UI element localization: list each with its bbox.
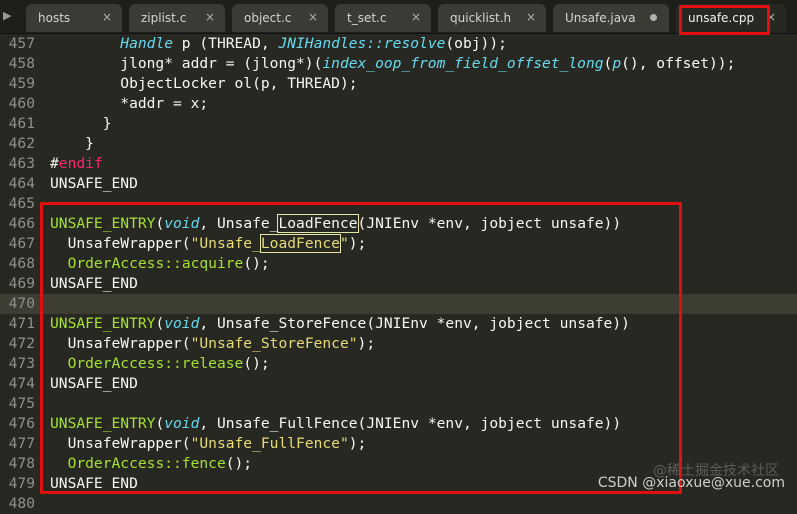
line-number: 461 (8, 115, 35, 132)
close-icon[interactable]: × (308, 10, 318, 24)
close-icon[interactable]: × (205, 10, 215, 24)
tab-label: t_set.c (347, 11, 387, 25)
code-text: } (50, 134, 94, 154)
code-line[interactable]: 459 ObjectLocker ol(p, THREAD); (0, 74, 797, 94)
code-token: } (50, 135, 94, 152)
line-number: 467 (8, 235, 35, 252)
code-text: #endif (50, 154, 103, 174)
line-number: 465 (8, 195, 35, 212)
code-text: } (50, 114, 112, 134)
tab-hosts[interactable]: hosts × (26, 4, 122, 32)
code-highlight-box (40, 202, 682, 494)
line-number: 475 (8, 395, 35, 412)
line-number: 479 (8, 475, 35, 492)
line-number: 462 (8, 135, 35, 152)
code-token: p (612, 55, 622, 72)
code-line[interactable]: 458 jlong* addr = (jlong*)(index_oop_fro… (0, 54, 797, 74)
close-icon[interactable]: × (411, 10, 421, 24)
line-number: 477 (8, 435, 35, 452)
close-icon[interactable]: × (102, 10, 112, 24)
line-number: 476 (8, 415, 35, 432)
code-token: } (50, 115, 112, 132)
line-number: 466 (8, 215, 35, 232)
code-line[interactable]: 480 (0, 494, 797, 514)
line-number: 473 (8, 355, 35, 372)
watermark: CSDN @xiaoxue@xue.com (597, 475, 785, 491)
code-line[interactable]: 457 Handle p (THREAD, JNIHandles::resolv… (0, 34, 797, 54)
code-text: UNSAFE_END (50, 174, 138, 194)
line-number: 472 (8, 335, 35, 352)
line-number: 460 (8, 95, 35, 112)
tab-label: object.c (244, 11, 292, 25)
line-number: 470 (8, 295, 35, 312)
code-token: JNIHandles::resolve (278, 35, 446, 52)
code-token: UNSAFE_END (50, 175, 138, 192)
code-token: # (50, 155, 59, 172)
active-tab-highlight-box (679, 5, 770, 35)
line-number: 469 (8, 275, 35, 292)
code-token: *addr = x; (50, 95, 209, 112)
tab-bar: ▶ hosts × ziplist.c × object.c × t_set.c… (0, 0, 797, 34)
tab-unsafe-java[interactable]: Unsafe.java (553, 4, 669, 32)
code-line[interactable]: 463 #endif (0, 154, 797, 174)
code-line[interactable]: 462 } (0, 134, 797, 154)
tab-label: ziplist.c (141, 11, 187, 25)
code-token: jlong* addr = (jlong*)( (50, 55, 323, 72)
code-token: ObjectLocker ol(p, THREAD); (50, 75, 358, 92)
line-number: 457 (8, 35, 35, 52)
code-token: endif (58, 155, 103, 172)
line-number: 459 (8, 75, 35, 92)
tab-object-c[interactable]: object.c × (232, 4, 328, 32)
line-number: 463 (8, 155, 35, 172)
code-line[interactable]: 460 *addr = x; (0, 94, 797, 114)
tab-scroll-left-icon[interactable]: ▶ (3, 9, 11, 22)
unsaved-dot-icon[interactable] (650, 14, 657, 21)
tab-label: quicklist.h (450, 11, 512, 25)
code-token: Handle (120, 35, 174, 52)
code-text: ObjectLocker ol(p, THREAD); (50, 74, 358, 94)
line-number: 478 (8, 455, 35, 472)
code-line[interactable]: 461 } (0, 114, 797, 134)
code-text: *addr = x; (50, 94, 208, 114)
line-number: 474 (8, 375, 35, 392)
code-token: index_oop_from_field_offset_long (322, 55, 604, 72)
tab-ziplist-c[interactable]: ziplist.c × (129, 4, 225, 32)
line-number: 480 (8, 495, 35, 512)
code-text: jlong* addr = (jlong*)(index_oop_from_fi… (50, 54, 735, 74)
tab-quicklist-h[interactable]: quicklist.h × (438, 4, 546, 32)
tab-label: hosts (38, 11, 71, 25)
line-number: 468 (8, 255, 35, 272)
code-line[interactable]: 464 UNSAFE_END (0, 174, 797, 194)
close-icon[interactable]: × (526, 10, 536, 24)
line-number: 464 (8, 175, 35, 192)
code-token: (), offset)); (621, 55, 736, 72)
tab-label: Unsafe.java (565, 11, 636, 25)
line-number: 471 (8, 315, 35, 332)
code-text: Handle p (THREAD, JNIHandles::resolve(ob… (50, 34, 507, 54)
code-token: p (THREAD, (173, 35, 279, 52)
line-number: 458 (8, 55, 35, 72)
code-token: (obj)); (445, 35, 507, 52)
tab-t-set-c[interactable]: t_set.c × (335, 4, 431, 32)
